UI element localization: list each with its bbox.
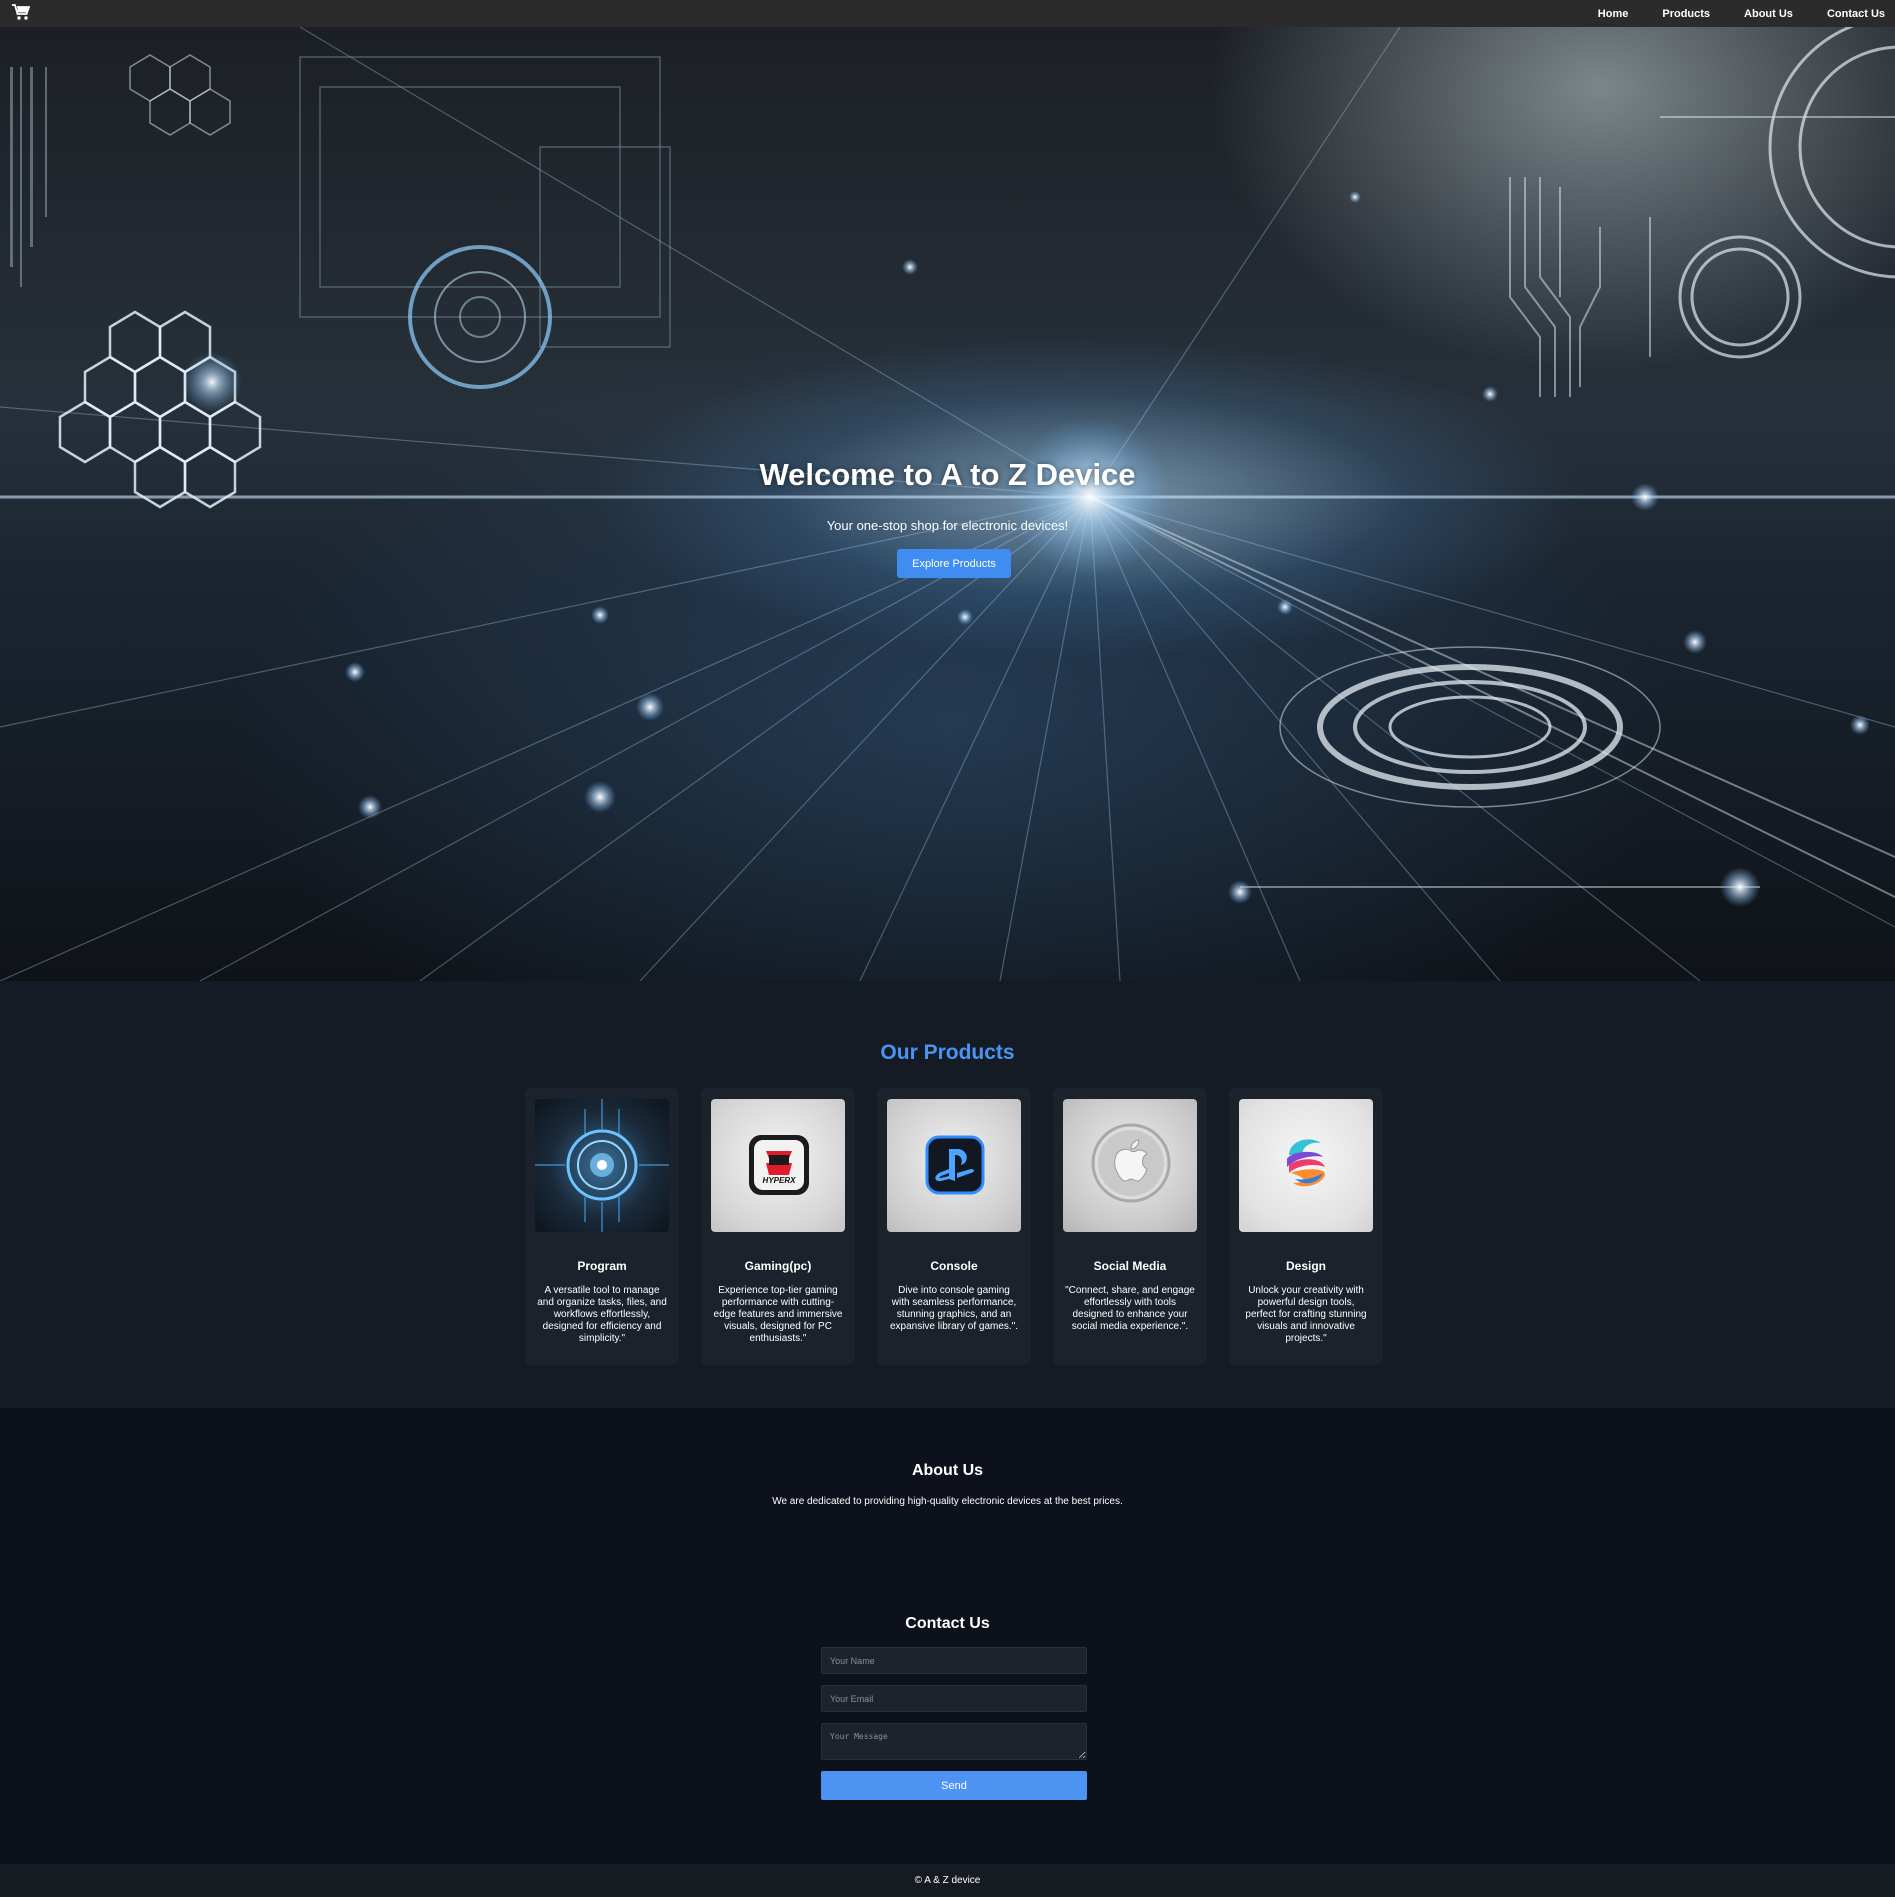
product-description: Experience top-tier gaming performance w…: [713, 1285, 843, 1344]
product-name: Social Media: [1093, 1259, 1167, 1273]
hyperx-logo-icon: HYPERX: [749, 1135, 809, 1195]
message-textarea[interactable]: [821, 1723, 1087, 1760]
circuit-chip-icon: [535, 1099, 669, 1232]
apple-logo-icon: [1091, 1123, 1171, 1203]
product-name: Gaming(pc): [744, 1259, 812, 1273]
about-title: About Us: [911, 1462, 984, 1479]
name-input[interactable]: [821, 1647, 1087, 1674]
product-card-gaming-pc[interactable]: HYPERX Gaming(pc) Experience top-tier ga…: [701, 1088, 855, 1365]
product-image-program: [535, 1099, 669, 1232]
send-button[interactable]: Send: [821, 1771, 1087, 1800]
playstation-logo-icon: [925, 1135, 985, 1195]
products-title: Our Products: [880, 1041, 1015, 1064]
footer: © A & Z device: [0, 1864, 1895, 1897]
product-description: Unlock your creativity with powerful des…: [1245, 1285, 1367, 1344]
shopping-cart-icon[interactable]: [11, 3, 31, 21]
product-card-design[interactable]: Design Unlock your creativity with power…: [1229, 1088, 1383, 1365]
contact-title: Contact Us: [905, 1615, 990, 1632]
hero-subtitle: Your one-stop shop for electronic device…: [826, 518, 1069, 533]
nav-link-contact-us[interactable]: Contact Us: [1827, 8, 1885, 20]
products-section: Our Products Program A versatile tool to…: [0, 981, 1895, 1408]
product-image-gaming-pc: HYPERX: [711, 1099, 845, 1232]
nav-links: Home Products About Us Contact Us: [1564, 0, 1885, 27]
footer-copyright: © A & Z device: [914, 1875, 981, 1886]
design-swirl-icon: [1287, 1139, 1325, 1187]
top-nav: Home Products About Us Contact Us: [0, 0, 1895, 27]
nav-link-about-us[interactable]: About Us: [1744, 8, 1793, 20]
product-description: "Connect, share, and engage effortlessly…: [1065, 1285, 1195, 1332]
product-name: Program: [577, 1259, 627, 1273]
about-text: We are dedicated to providing high-quali…: [772, 1496, 1123, 1507]
svg-text:HYPERX: HYPERX: [763, 1176, 797, 1185]
product-name: Design: [1285, 1259, 1326, 1273]
hero-title: Welcome to A to Z Device: [759, 457, 1136, 492]
product-image-console: [887, 1099, 1021, 1232]
product-image-design: [1239, 1099, 1373, 1232]
hero-section: Welcome to A to Z Device Your one-stop s…: [0, 27, 1895, 981]
product-image-social-media: [1063, 1099, 1197, 1232]
nav-link-home[interactable]: Home: [1598, 8, 1629, 20]
product-card-program[interactable]: Program A versatile tool to manage and o…: [525, 1088, 679, 1365]
product-name: Console: [930, 1259, 978, 1273]
nav-link-products[interactable]: Products: [1662, 8, 1710, 20]
hero-background-image: [0, 27, 1895, 981]
explore-products-button[interactable]: Explore Products: [897, 549, 1011, 578]
product-description: A versatile tool to manage and organize …: [537, 1285, 667, 1344]
product-description: Dive into console gaming with seamless p…: [889, 1285, 1019, 1332]
product-card-console[interactable]: Console Dive into console gaming with se…: [877, 1088, 1031, 1365]
email-input[interactable]: [821, 1685, 1087, 1712]
product-card-social-media[interactable]: Social Media "Connect, share, and engage…: [1053, 1088, 1207, 1365]
